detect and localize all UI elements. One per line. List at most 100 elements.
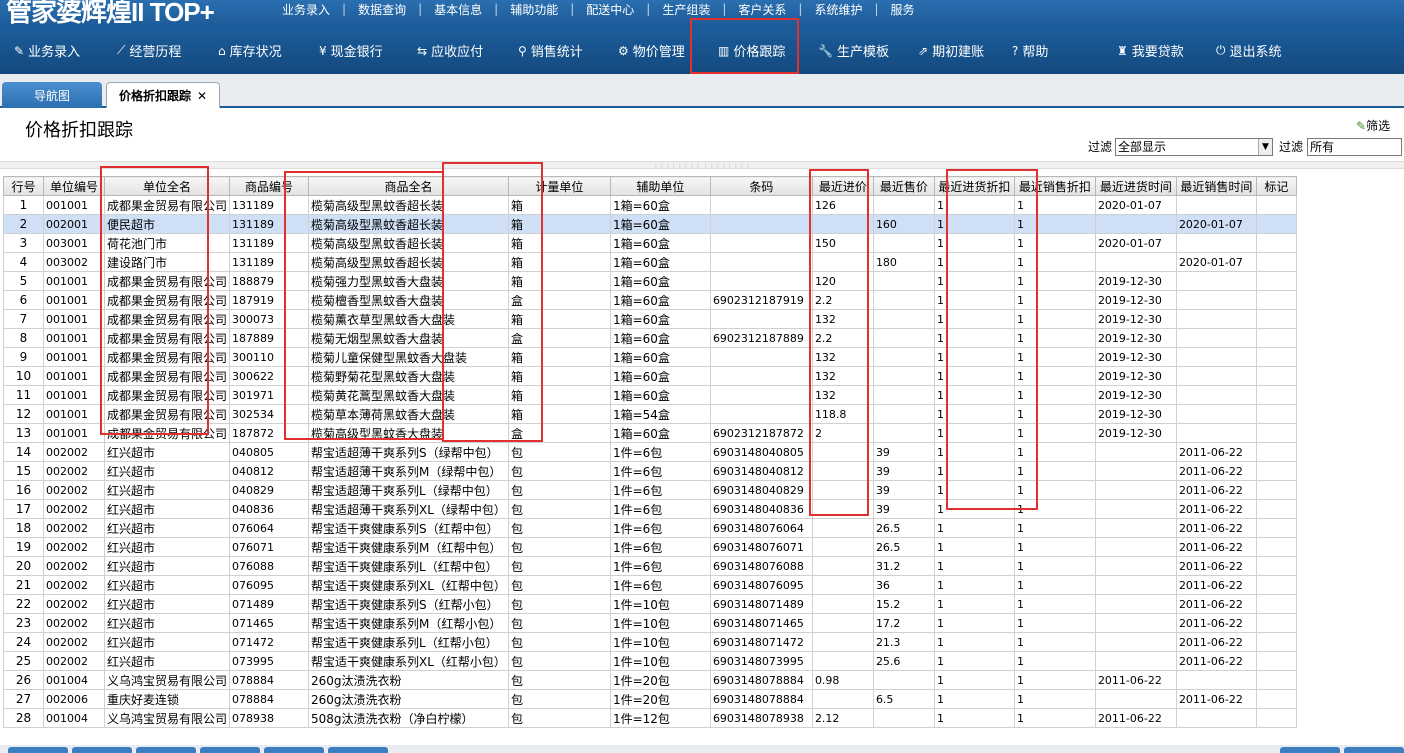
table-cell[interactable]: 1件=10包	[609, 632, 711, 652]
tab-navigation-map[interactable]: 导航图	[2, 82, 102, 108]
table-cell[interactable]: 1件=10包	[609, 613, 711, 633]
table-cell[interactable]: 1	[933, 195, 1015, 215]
table-cell[interactable]: 箱	[507, 347, 611, 367]
table-cell[interactable]: 成都果金贸易有限公司	[103, 309, 231, 329]
table-cell[interactable]: 001001	[43, 195, 105, 215]
table-cell[interactable]	[811, 537, 874, 557]
table-cell[interactable]: 1	[933, 442, 1015, 462]
nav-item[interactable]: 🔧 生产模板	[818, 27, 889, 74]
table-cell[interactable]: 红兴超市	[103, 613, 231, 633]
table-cell[interactable]: 2011-06-22	[1175, 518, 1257, 538]
table-cell[interactable]: 1	[933, 613, 1015, 633]
table-cell[interactable]: 建设路门市	[103, 252, 231, 272]
table-row[interactable]: 5 001001 成都果金贸易有限公司 188879 榄菊强力型黑蚊香大盘装箱 1箱=60…	[3, 271, 1297, 291]
table-cell[interactable]: 076095	[229, 575, 310, 595]
table-cell[interactable]: 3	[3, 233, 44, 253]
bottom-button[interactable]	[136, 747, 196, 753]
table-cell[interactable]: 2011-06-22	[1175, 594, 1257, 614]
table-cell[interactable]	[872, 404, 935, 424]
table-cell[interactable]: 2020-01-07	[1094, 233, 1177, 253]
table-cell[interactable]: 包	[507, 518, 611, 538]
table-cell[interactable]: 2011-06-22	[1175, 499, 1257, 519]
table-cell[interactable]	[811, 461, 874, 481]
table-cell[interactable]: 2019-12-30	[1094, 328, 1177, 348]
table-cell[interactable]	[1255, 613, 1297, 633]
table-cell[interactable]: 7	[3, 309, 44, 329]
table-cell[interactable]: 箱	[507, 252, 611, 272]
column-header[interactable]: 单位编号	[43, 176, 105, 196]
table-cell[interactable]: 1	[1013, 271, 1096, 291]
table-cell[interactable]: 1箱=60盒	[609, 233, 711, 253]
table-cell[interactable]: 6903148076095	[709, 575, 813, 595]
column-header[interactable]: 商品全名	[308, 176, 509, 196]
table-row[interactable]: 27 002006 重庆好麦连锁 078884 260g汰渍洗衣粉包 1件=20包 6903…	[3, 689, 1297, 709]
table-cell[interactable]: 6903148078884	[709, 689, 813, 709]
table-cell[interactable]: 榄菊高级型黑蚊香超长装	[308, 214, 509, 234]
column-header[interactable]: 条码	[709, 176, 813, 196]
column-header[interactable]: 计量单位	[507, 176, 611, 196]
table-cell[interactable]	[1094, 252, 1177, 272]
table-cell[interactable]	[811, 556, 874, 576]
table-cell[interactable]: 1	[933, 575, 1015, 595]
table-cell[interactable]: 002001	[43, 214, 105, 234]
table-cell[interactable]: 001001	[43, 290, 105, 310]
table-cell[interactable]: 1	[933, 214, 1015, 234]
filter2-input[interactable]: 所有	[1307, 138, 1402, 156]
table-cell[interactable]: 成都果金贸易有限公司	[103, 385, 231, 405]
table-cell[interactable]: 1	[933, 632, 1015, 652]
table-row[interactable]: 11 001001 成都果金贸易有限公司 301971 榄菊黄花蒿型黑蚊香大盘装箱 1箱=…	[3, 385, 1297, 405]
table-cell[interactable]: 箱	[507, 233, 611, 253]
table-cell[interactable]: 榄菊黄花蒿型黑蚊香大盘装	[308, 385, 509, 405]
table-cell[interactable]: 帮宝适干爽健康系列M（红帮中包）	[308, 537, 509, 557]
table-cell[interactable]	[1255, 195, 1297, 215]
table-cell[interactable]	[1094, 575, 1177, 595]
table-cell[interactable]	[709, 309, 813, 329]
table-cell[interactable]: 6903148071489	[709, 594, 813, 614]
table-cell[interactable]	[1255, 423, 1297, 443]
top-menu-item[interactable]: 基本信息	[422, 1, 494, 18]
table-row[interactable]: 12 001001 成都果金贸易有限公司 302534 榄菊草本薄荷黑蚊香大盘装箱 1箱=…	[3, 404, 1297, 424]
table-cell[interactable]: 榄菊高级型黑蚊香超长装	[308, 195, 509, 215]
table-cell[interactable]: 包	[507, 689, 611, 709]
table-cell[interactable]: 1箱=60盒	[609, 309, 711, 329]
nav-item[interactable]: ⌂ 库存状况	[218, 27, 282, 74]
table-cell[interactable]: 132	[811, 385, 874, 405]
table-cell[interactable]: 14	[3, 442, 44, 462]
table-cell[interactable]	[1255, 461, 1297, 481]
table-cell[interactable]: 1	[933, 556, 1015, 576]
table-cell[interactable]	[1255, 480, 1297, 500]
table-cell[interactable]: 302534	[229, 404, 310, 424]
table-row[interactable]: 8 001001 成都果金贸易有限公司 187889 榄菊无烟型黑蚊香大盘装盒 1箱=60…	[3, 328, 1297, 348]
table-cell[interactable]: 1件=20包	[609, 670, 711, 690]
table-cell[interactable]: 2019-12-30	[1094, 309, 1177, 329]
nav-item[interactable]: ¥ 现金银行	[319, 27, 383, 74]
table-cell[interactable]	[709, 385, 813, 405]
table-cell[interactable]	[1175, 195, 1257, 215]
table-cell[interactable]: 帮宝适干爽健康系列XL（红帮小包）	[308, 651, 509, 671]
table-cell[interactable]	[1094, 214, 1177, 234]
table-cell[interactable]	[1094, 651, 1177, 671]
table-cell[interactable]: 荷花池门市	[103, 233, 231, 253]
table-cell[interactable]	[811, 499, 874, 519]
table-cell[interactable]	[1255, 442, 1297, 462]
table-cell[interactable]	[709, 233, 813, 253]
table-cell[interactable]: 39	[872, 480, 935, 500]
table-cell[interactable]: 包	[507, 651, 611, 671]
table-cell[interactable]: 300110	[229, 347, 310, 367]
table-cell[interactable]	[1175, 271, 1257, 291]
table-row[interactable]: 19 002002 红兴超市 076071 帮宝适干爽健康系列M（红帮中包）包 1件=6包…	[3, 537, 1297, 557]
table-cell[interactable]: 2.2	[811, 290, 874, 310]
table-cell[interactable]: 1	[933, 480, 1015, 500]
table-cell[interactable]	[1094, 537, 1177, 557]
nav-item[interactable]: ? 帮助	[1012, 27, 1048, 74]
table-cell[interactable]	[811, 518, 874, 538]
table-cell[interactable]: 6903148071465	[709, 613, 813, 633]
table-cell[interactable]: 27	[3, 689, 44, 709]
table-cell[interactable]: 盒	[507, 290, 611, 310]
table-cell[interactable]: 1	[1013, 651, 1096, 671]
table-cell[interactable]: 073995	[229, 651, 310, 671]
table-cell[interactable]	[1255, 632, 1297, 652]
nav-item[interactable]: ⇆ 应收应付	[417, 27, 483, 74]
table-cell[interactable]: 001001	[43, 328, 105, 348]
table-cell[interactable]: 1	[1013, 556, 1096, 576]
